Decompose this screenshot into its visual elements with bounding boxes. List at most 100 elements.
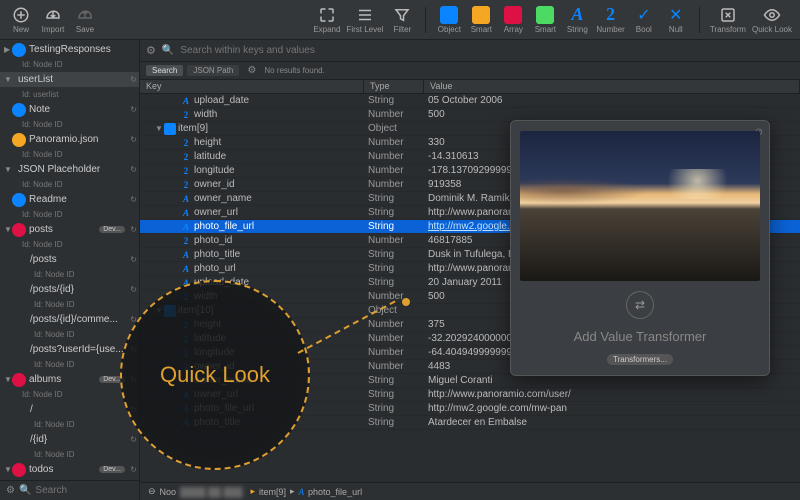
refresh-icon[interactable]: ↻ [130, 135, 137, 144]
save-label: Save [76, 25, 94, 34]
refresh-icon[interactable]: ↻ [130, 195, 137, 204]
transform-button[interactable]: Transform [710, 6, 746, 34]
sidebar-item[interactable]: Panoramio.json↻ [0, 132, 139, 147]
string-type-icon: A [180, 417, 192, 429]
disclosure-icon[interactable]: ▼ [4, 75, 12, 84]
table-row[interactable]: Aupload_dateString05 October 2006 [140, 94, 800, 108]
filter-button[interactable]: Filter [389, 6, 415, 34]
path-back-icon[interactable]: ⊖ [148, 486, 156, 497]
sidebar-item[interactable]: /↻ [0, 402, 139, 417]
value-cell: Miguel Coranti [424, 375, 800, 386]
add-transformer-label: Add Value Transformer [574, 329, 707, 344]
sidebar-item[interactable]: /{id}↻ [0, 432, 139, 447]
refresh-icon[interactable]: ↻ [130, 105, 137, 114]
refresh-icon[interactable]: ↻ [130, 345, 137, 354]
refresh-icon[interactable]: ↻ [130, 465, 137, 474]
type-cell: String [364, 375, 424, 386]
expand-button[interactable]: Expand [313, 6, 340, 34]
sidebar-item[interactable]: ▼albumsDev...↻ [0, 372, 139, 387]
refresh-icon[interactable]: ↻ [130, 435, 137, 444]
sidebar-item-id: Id: Node ID [0, 357, 139, 372]
sidebar-item-label: /posts?userId={use... [30, 344, 124, 355]
sidebar-item[interactable]: Readme ↻ [0, 192, 139, 207]
smart2-label: Smart [535, 25, 556, 34]
sidebar-item[interactable]: Note ↻ [0, 102, 139, 117]
path-seg[interactable]: item[9] [259, 487, 286, 497]
sidebar-item[interactable]: /posts/{id}↻ [0, 282, 139, 297]
sidebar-item[interactable]: ▼ posts Dev... ↻ [0, 222, 139, 237]
sidebar-item[interactable]: ▼todosDev...↻ [0, 462, 139, 477]
path-seg[interactable]: Noo [160, 487, 177, 497]
col-value[interactable]: Value [424, 80, 800, 93]
search-settings-icon[interactable]: ⚙ [146, 44, 156, 57]
sidebar-item-label: Note [29, 104, 50, 115]
string-button[interactable]: AString [564, 6, 590, 34]
filter-settings-icon[interactable]: ⚙ [247, 65, 256, 76]
refresh-icon[interactable]: ↻ [130, 375, 137, 384]
sidebar-item-label: posts [29, 224, 53, 235]
table-row[interactable]: Aowner_urlStringhttp://www.panoramio.com… [140, 388, 800, 402]
disclosure-icon[interactable]: ▼ [4, 165, 12, 174]
number-button[interactable]: 2Number [596, 6, 624, 34]
bool-button[interactable]: ✓Bool [631, 6, 657, 34]
disclosure-icon[interactable]: ▶ [4, 45, 12, 54]
type-cell: Number [364, 137, 424, 148]
quick-look-label: Quick Look [752, 25, 792, 34]
sidebar-item-label: Readme [29, 194, 67, 205]
path-seg[interactable]: photo_file_url [308, 487, 362, 497]
toolbar: New Import Save Expand First Level Filte… [0, 0, 800, 40]
sidebar-item[interactable]: ▼JSON Placeholder↻ [0, 162, 139, 177]
env-pill[interactable]: Dev... [99, 226, 125, 233]
refresh-icon[interactable]: ↻ [130, 225, 137, 234]
project-icon [12, 43, 26, 57]
tab-search[interactable]: Search [146, 65, 183, 76]
object-button[interactable]: Object [436, 6, 462, 34]
refresh-icon[interactable]: ↻ [130, 315, 137, 324]
quick-look-button[interactable]: Quick Look [752, 6, 792, 34]
req-icon [12, 463, 26, 477]
sidebar-item[interactable]: /posts?userId={use... ↻ [0, 342, 139, 357]
sidebar-item[interactable]: /posts↻ [0, 252, 139, 267]
refresh-icon[interactable]: ↻ [130, 405, 137, 414]
import-button[interactable]: Import [40, 6, 66, 34]
key-cell: latitude [194, 151, 226, 162]
sidebar-item[interactable]: ▼userList↻ [0, 72, 139, 87]
key-cell: longitude [194, 347, 235, 358]
col-key[interactable]: Key [140, 80, 364, 93]
refresh-icon[interactable]: ↻ [130, 75, 137, 84]
table-row[interactable]: Aphoto_titleStringAtardecer en Embalse [140, 416, 800, 430]
gear-icon[interactable]: ⚙ [6, 485, 15, 496]
sidebar-item[interactable]: /posts/{id}/comme...↻ [0, 312, 139, 327]
sidebar-item-id: Id: Node ID [0, 297, 139, 312]
number-type-icon: 2 [180, 361, 192, 373]
disclosure-icon[interactable]: ▼ [4, 465, 12, 474]
sidebar-item-id: Id: Node ID [0, 117, 139, 132]
tab-jsonpath[interactable]: JSON Path [187, 65, 239, 76]
req-icon [12, 223, 26, 237]
table-row[interactable]: Aowner_nameStringMiguel Coranti [140, 374, 800, 388]
disclosure-icon[interactable]: ▼ [4, 375, 12, 384]
env-pill[interactable]: Dev... [99, 466, 125, 473]
value-cell: Atardecer en Embalse [424, 417, 800, 428]
env-pill[interactable]: Dev... [99, 376, 125, 383]
transformers-pill[interactable]: Transformers... [607, 354, 673, 365]
smart-object-button[interactable]: Smart [468, 6, 494, 34]
array-button[interactable]: Array [500, 6, 526, 34]
table-header: Key Type Value [140, 80, 800, 94]
refresh-icon[interactable]: ↻ [130, 255, 137, 264]
table-row[interactable]: Aphoto_file_urlStringhttp://mw2.google.c… [140, 402, 800, 416]
col-type[interactable]: Type [364, 80, 424, 93]
first-level-button[interactable]: First Level [346, 6, 383, 34]
disclosure-icon[interactable]: ▼ [154, 306, 164, 315]
search-input[interactable] [180, 45, 794, 56]
smart-array-button[interactable]: Smart [532, 6, 558, 34]
sidebar-item[interactable]: ▶TestingResponses [0, 42, 139, 57]
new-button[interactable]: New [8, 6, 34, 34]
refresh-icon[interactable]: ↻ [130, 165, 137, 174]
add-transformer-button[interactable]: ⇄ [626, 291, 654, 319]
null-button[interactable]: ✕Null [663, 6, 689, 34]
disclosure-icon[interactable]: ▼ [4, 225, 12, 234]
disclosure-icon[interactable]: ▼ [154, 124, 164, 133]
refresh-icon[interactable]: ↻ [130, 285, 137, 294]
save-button[interactable]: Save [72, 6, 98, 34]
